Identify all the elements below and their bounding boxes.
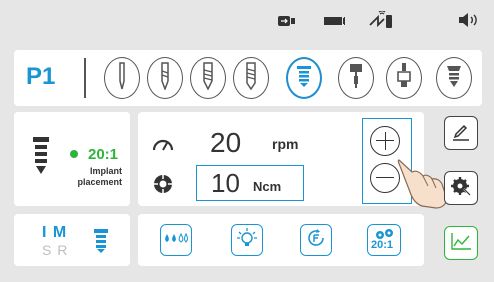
gear-wrench-icon	[450, 175, 472, 202]
mode-label-line1: Implant	[89, 166, 122, 176]
torque-value: 10	[211, 168, 240, 198]
mode-active: I M	[42, 224, 68, 241]
step-pilot-drill[interactable]	[104, 57, 140, 99]
battery-icon	[324, 14, 348, 32]
speed-torque-panel: 20 rpm 10 Ncm	[138, 112, 424, 206]
torque-field[interactable]: 10 Ncm	[196, 165, 304, 201]
mode-inactive: S R	[42, 242, 69, 258]
step-implant[interactable]	[286, 57, 322, 99]
forward-rotation-icon	[305, 227, 327, 254]
light-button[interactable]	[231, 224, 263, 256]
program-label[interactable]: P1	[26, 63, 55, 91]
mode-label-line2: placement	[77, 177, 122, 187]
pilot-drill-icon	[115, 61, 129, 95]
step-abutment[interactable]	[436, 57, 472, 99]
volume-icon[interactable]	[458, 12, 480, 33]
ratio-panel[interactable]: 20:1 Implant placement	[14, 112, 130, 206]
speed-value: 20	[210, 127, 242, 158]
step-twist-drill[interactable]	[147, 57, 183, 99]
speed-unit: rpm	[272, 136, 299, 152]
step-drill-3[interactable]	[233, 57, 269, 99]
drill-3-icon	[243, 61, 259, 95]
settings-button[interactable]	[444, 171, 478, 205]
drill-2-icon	[200, 61, 216, 95]
irrigation-button[interactable]	[160, 224, 192, 256]
divider	[84, 58, 86, 98]
light-bulb-icon	[236, 227, 258, 254]
wireless-charge-icon	[368, 10, 394, 34]
plus-icon-vertical	[384, 132, 386, 150]
edit-button[interactable]	[444, 116, 478, 150]
twist-drill-icon	[158, 61, 172, 95]
water-drops-icon	[164, 231, 188, 249]
gear-ratio-badge: 20:1	[371, 239, 394, 251]
status-dot	[70, 150, 78, 158]
implant-icon	[296, 64, 312, 93]
implant-icon	[32, 136, 50, 181]
minus-icon	[376, 177, 394, 179]
gear-ratio-value: 20:1	[88, 146, 119, 163]
step-drill-2[interactable]	[190, 57, 226, 99]
mode-panel[interactable]: I M S R	[14, 214, 130, 266]
graph-button[interactable]	[444, 226, 478, 260]
implant-icon	[94, 228, 108, 259]
step-tap[interactable]	[338, 57, 374, 99]
torque-unit: Ncm	[253, 179, 282, 194]
line-chart-icon	[450, 232, 472, 255]
gear-ratio-button[interactable]: 20:1	[367, 224, 401, 256]
cover-screw-icon	[395, 62, 413, 95]
torque-icon	[152, 173, 174, 200]
rotation-direction-button[interactable]	[300, 224, 332, 256]
speedometer-icon	[152, 136, 174, 157]
pen-icon	[451, 121, 471, 146]
abutment-icon	[445, 62, 463, 95]
usb-icon	[278, 14, 296, 32]
step-cover-screw[interactable]	[386, 57, 422, 99]
tap-icon	[347, 62, 365, 95]
